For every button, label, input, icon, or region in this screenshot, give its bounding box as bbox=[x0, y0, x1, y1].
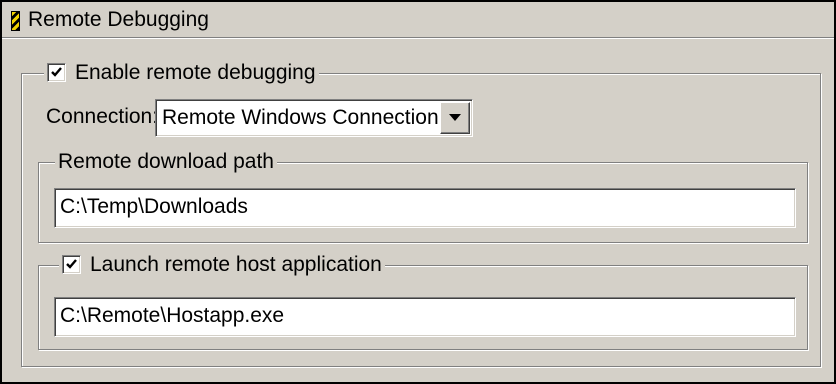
connection-label: Connection: bbox=[46, 105, 159, 128]
remote-debugging-panel: Remote Debugging Enable remote debugging… bbox=[0, 0, 836, 384]
remote-download-path-field[interactable]: C:\Temp\Downloads bbox=[54, 188, 796, 228]
enable-remote-debugging-checkbox[interactable] bbox=[47, 63, 66, 82]
launch-remote-host-label: Launch remote host application bbox=[90, 253, 382, 276]
panel-title: Remote Debugging bbox=[28, 8, 209, 31]
launch-remote-host-checkbox[interactable] bbox=[62, 255, 81, 274]
connection-dropdown-button[interactable] bbox=[440, 102, 470, 134]
panel-header: Remote Debugging bbox=[2, 2, 834, 38]
connection-dropdown[interactable]: Remote Windows Connection bbox=[155, 99, 473, 137]
checkmark-icon bbox=[66, 259, 77, 269]
connection-selected-value: Remote Windows Connection bbox=[162, 106, 439, 129]
remote-download-path-legend: Remote download path bbox=[55, 150, 277, 174]
remote-host-application-field[interactable]: C:\Remote\Hostapp.exe bbox=[54, 297, 796, 337]
chevron-down-icon bbox=[449, 114, 461, 121]
enable-remote-debugging-label: Enable remote debugging bbox=[75, 61, 316, 84]
striped-flag-icon bbox=[11, 11, 20, 31]
enable-remote-debugging-toggle[interactable]: Enable remote debugging bbox=[44, 61, 319, 85]
launch-remote-host-toggle[interactable]: Launch remote host application bbox=[59, 253, 385, 277]
checkmark-icon bbox=[51, 67, 62, 77]
